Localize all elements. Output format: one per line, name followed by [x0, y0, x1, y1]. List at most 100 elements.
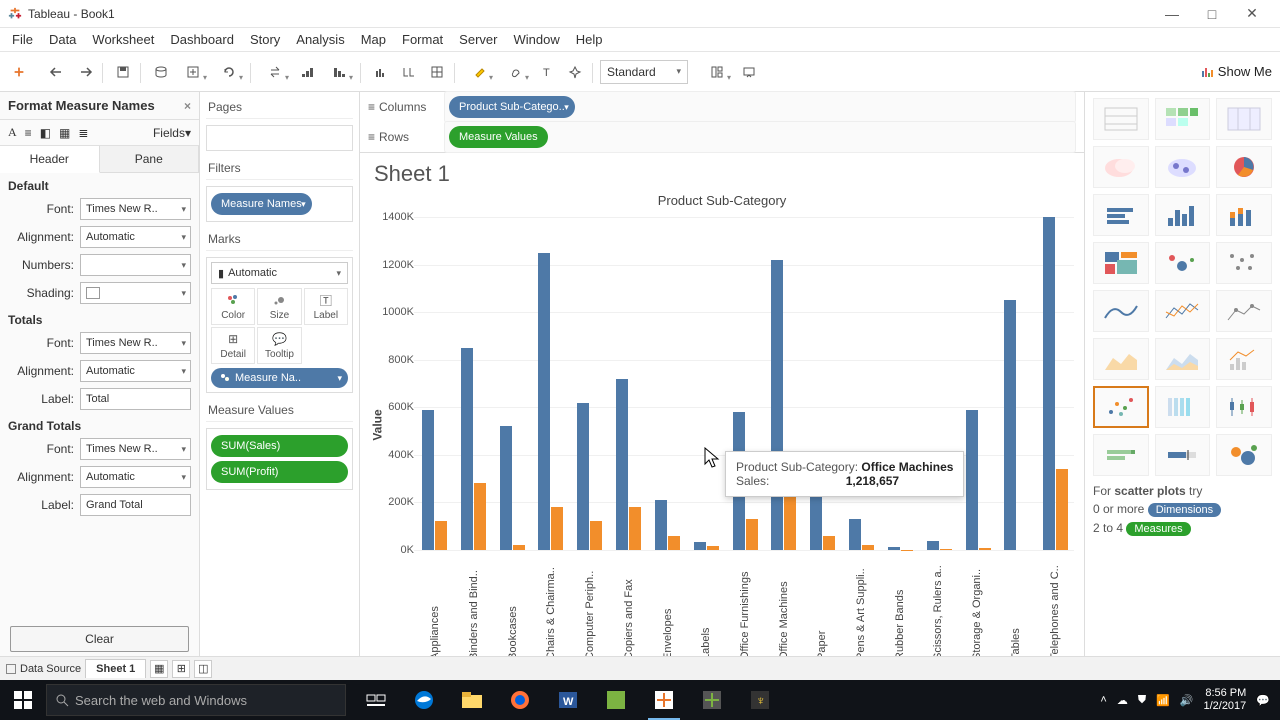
menu-window[interactable]: Window — [505, 30, 567, 49]
showme-thumb[interactable] — [1216, 242, 1272, 284]
showme-thumb[interactable] — [1216, 194, 1272, 236]
mark-color[interactable]: Color — [211, 288, 255, 325]
fields-dropdown[interactable]: Fields▾ — [153, 126, 191, 140]
showme-thumb[interactable] — [1093, 338, 1149, 380]
align-icon[interactable]: ≡ — [25, 126, 32, 140]
menu-file[interactable]: File — [4, 30, 41, 49]
fit-dropdown[interactable]: Standard — [600, 60, 688, 84]
new-data-button[interactable] — [148, 59, 174, 85]
clear-button[interactable]: Clear — [10, 626, 189, 652]
showme-thumb[interactable] — [1093, 146, 1149, 188]
chart-area[interactable]: Product Sub-Category Value 0K200K400K600… — [360, 189, 1084, 660]
bar-sales[interactable] — [849, 519, 861, 550]
bar-group[interactable] — [921, 541, 958, 551]
totals-font-select[interactable]: Times New R.. — [80, 332, 191, 354]
showme-toggle[interactable]: Show Me — [1200, 64, 1272, 79]
mark-size[interactable]: Size — [257, 288, 301, 325]
attach-button[interactable] — [498, 59, 532, 85]
bar-sales[interactable] — [422, 410, 434, 550]
sheet-title[interactable]: Sheet 1 — [360, 153, 1084, 189]
highlight-button[interactable] — [462, 59, 496, 85]
bar-group[interactable] — [571, 403, 608, 550]
bar-group[interactable] — [532, 253, 569, 550]
new-worksheet-button[interactable] — [176, 59, 210, 85]
showme-thumb[interactable] — [1093, 434, 1149, 476]
menu-data[interactable]: Data — [41, 30, 84, 49]
color-pill-measure-names[interactable]: Measure Na..▾ — [211, 368, 348, 388]
bar-sales[interactable] — [1004, 300, 1016, 550]
showme-thumb[interactable] — [1155, 290, 1211, 332]
showme-thumb[interactable] — [1216, 146, 1272, 188]
bar-group[interactable] — [882, 547, 919, 550]
mark-label[interactable]: 🅃Label — [304, 288, 348, 325]
show-labels-button[interactable] — [368, 59, 394, 85]
close-button[interactable]: ✕ — [1232, 0, 1272, 28]
measure-values-shelf[interactable]: SUM(Sales) SUM(Profit) — [206, 428, 353, 490]
bar-group[interactable] — [610, 379, 647, 550]
app-green-icon[interactable] — [594, 680, 638, 720]
undo-button[interactable] — [44, 59, 70, 85]
tableau-icon[interactable] — [6, 59, 32, 85]
mark-type-select[interactable]: ▮Automatic — [211, 262, 348, 284]
menu-story[interactable]: Story — [242, 30, 288, 49]
mv-pill-sales[interactable]: SUM(Sales) — [211, 435, 348, 457]
group-button[interactable] — [396, 59, 422, 85]
showme-thumb[interactable] — [1093, 290, 1149, 332]
swap-button[interactable] — [258, 59, 292, 85]
menu-format[interactable]: Format — [394, 30, 451, 49]
menu-analysis[interactable]: Analysis — [288, 30, 352, 49]
mark-tooltip[interactable]: 💬Tooltip — [257, 327, 301, 364]
bar-group[interactable] — [960, 410, 997, 550]
default-alignment-select[interactable]: Automatic — [80, 226, 191, 248]
mark-detail[interactable]: ⊞Detail — [211, 327, 255, 364]
bar-sales[interactable] — [771, 260, 783, 550]
lines-icon[interactable]: ≣ — [78, 126, 88, 140]
columns-shelf[interactable]: Product Sub-Catego..▾ — [444, 91, 1076, 123]
bar-group[interactable] — [688, 542, 725, 550]
bar-profit[interactable] — [940, 549, 952, 550]
bar-profit[interactable] — [707, 546, 719, 550]
explorer-icon[interactable] — [450, 680, 494, 720]
bar-group[interactable] — [494, 426, 531, 550]
filter-pill-measure-names[interactable]: Measure Names▾ — [211, 193, 312, 215]
bar-sales[interactable] — [1043, 217, 1055, 550]
default-numbers-select[interactable] — [80, 254, 191, 276]
tray-cloud-icon[interactable]: ☁ — [1117, 694, 1128, 707]
tray-shield-icon[interactable]: ⛊ — [1138, 694, 1146, 707]
filters-shelf[interactable]: Measure Names▾ — [206, 186, 353, 222]
bar-sales[interactable] — [577, 403, 589, 550]
start-button[interactable] — [0, 680, 46, 720]
font-icon[interactable]: A — [8, 125, 17, 140]
new-dashboard-tab[interactable]: ⊞ — [172, 660, 190, 678]
bar-group[interactable] — [416, 410, 453, 550]
showme-thumb[interactable] — [1093, 98, 1149, 140]
tab-pane[interactable]: Pane — [100, 146, 200, 172]
bar-profit[interactable] — [513, 545, 525, 550]
bar-profit[interactable] — [668, 536, 680, 550]
showme-thumb[interactable] — [1216, 290, 1272, 332]
totals-alignment-select[interactable]: Automatic — [80, 360, 191, 382]
tray-wifi-icon[interactable]: 📶 — [1156, 694, 1170, 707]
new-worksheet-tab[interactable]: ▦ — [150, 660, 168, 678]
menu-dashboard[interactable]: Dashboard — [162, 30, 242, 49]
bar-sales[interactable] — [538, 253, 550, 550]
tray-up-icon[interactable]: ˄ — [1100, 694, 1106, 706]
bar-sales[interactable] — [500, 426, 512, 550]
showme-thumb[interactable] — [1155, 338, 1211, 380]
bar-profit[interactable] — [629, 507, 641, 550]
showme-thumb[interactable] — [1155, 386, 1211, 428]
bar-sales[interactable] — [888, 547, 900, 550]
python-icon[interactable]: ♆ — [738, 680, 782, 720]
system-tray[interactable]: ˄ ☁ ⛊ 📶 🔊 8:56 PM 1/2/2017 💬 — [1090, 687, 1280, 713]
grand-alignment-select[interactable]: Automatic — [80, 466, 191, 488]
bar-profit[interactable] — [551, 507, 563, 550]
mv-pill-profit[interactable]: SUM(Profit) — [211, 461, 348, 483]
totals-button[interactable] — [424, 59, 450, 85]
notifications-icon[interactable]: 💬 — [1256, 694, 1270, 707]
bar-profit[interactable] — [435, 521, 447, 550]
sort-asc-button[interactable] — [294, 59, 320, 85]
bar-profit[interactable] — [823, 536, 835, 550]
shading-icon[interactable]: ◧ — [40, 126, 51, 140]
default-font-select[interactable]: Times New R.. — [80, 198, 191, 220]
bar-sales[interactable] — [616, 379, 628, 550]
